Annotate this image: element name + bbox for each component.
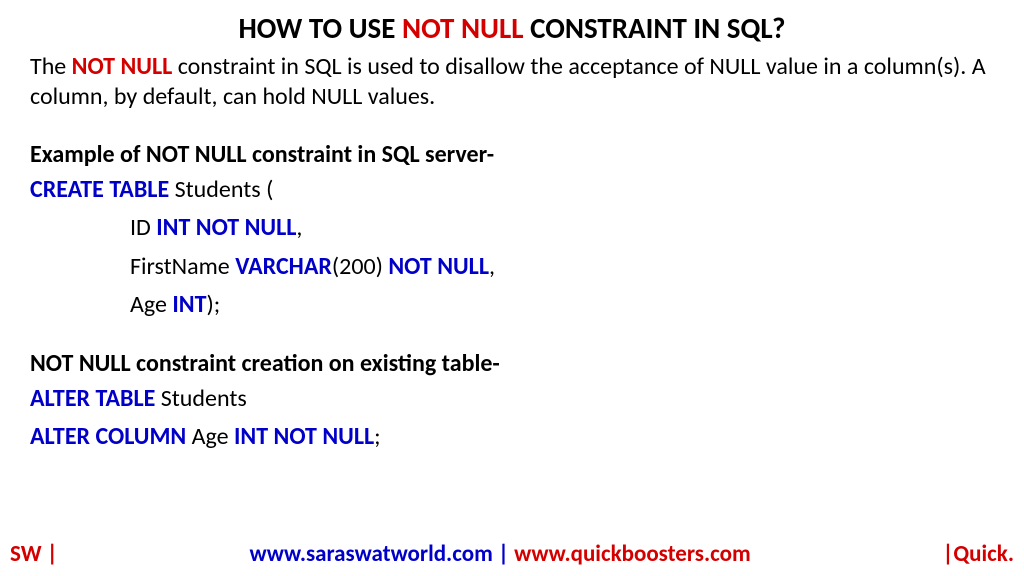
title-highlight: NOT NULL (402, 10, 524, 46)
keyword: CREATE TABLE (30, 175, 169, 204)
footer: SW | www.saraswatworld.com | www.quickbo… (0, 540, 1024, 568)
code-text: (200) (332, 252, 388, 281)
footer-right: |Quick. (942, 540, 1014, 568)
code-block-create: CREATE TABLE Students ( ID INT NOT NULL,… (30, 171, 994, 325)
code-text: Students (155, 384, 246, 413)
code-text: ); (206, 290, 220, 319)
code-text: Age (186, 422, 234, 451)
keyword: INT NOT NULL (156, 213, 296, 242)
code-line: Age INT); (30, 286, 994, 324)
keyword: INT NOT NULL (234, 422, 374, 451)
description: The NOT NULL constraint in SQL is used t… (30, 52, 994, 112)
code-text: Students ( (169, 175, 273, 204)
desc-p2: constraint in SQL is used to disallow th… (30, 52, 986, 111)
code-text: Age (130, 290, 172, 319)
footer-left: SW | (10, 540, 58, 568)
code-text: , (296, 213, 302, 242)
page-title: HOW TO USE NOT NULL CONSTRAINT IN SQL? (30, 10, 994, 46)
code-line: ALTER COLUMN Age INT NOT NULL; (30, 418, 994, 456)
code-text: FirstName (130, 252, 235, 281)
keyword: INT (172, 290, 206, 319)
desc-p1: The (30, 52, 72, 81)
keyword: VARCHAR (235, 252, 332, 281)
footer-link2: www.quickboosters.com (514, 540, 751, 568)
desc-highlight: NOT NULL (72, 52, 173, 81)
code-text: ID (130, 213, 156, 242)
footer-center: www.saraswatworld.com | www.quickbooster… (249, 540, 750, 568)
code-line: ID INT NOT NULL, (30, 209, 994, 247)
code-line: CREATE TABLE Students ( (30, 171, 994, 209)
code-line: ALTER TABLE Students (30, 380, 994, 418)
footer-link1: www.saraswatworld.com | (249, 540, 514, 568)
code-block-alter: ALTER TABLE Students ALTER COLUMN Age IN… (30, 380, 994, 457)
code-line: FirstName VARCHAR(200) NOT NULL, (30, 248, 994, 286)
keyword: ALTER TABLE (30, 384, 155, 413)
section1-heading: Example of NOT NULL constraint in SQL se… (30, 140, 994, 169)
section2-heading: NOT NULL constraint creation on existing… (30, 349, 994, 378)
keyword: ALTER COLUMN (30, 422, 186, 451)
title-prefix: HOW TO USE (238, 10, 401, 46)
keyword: NOT NULL (388, 252, 489, 281)
title-suffix: CONSTRAINT IN SQL? (524, 10, 786, 46)
code-text: , (489, 252, 495, 281)
code-text: ; (374, 422, 380, 451)
